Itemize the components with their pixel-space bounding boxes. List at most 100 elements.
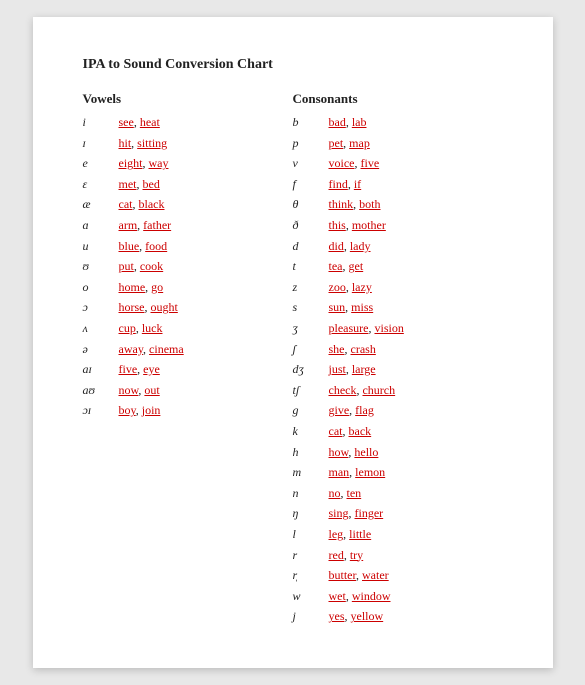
example-word[interactable]: tea xyxy=(329,259,343,273)
example-word[interactable]: home xyxy=(119,280,146,294)
example-word[interactable]: eye xyxy=(143,362,160,376)
example-words: met, bed xyxy=(119,175,160,194)
example-word[interactable]: eight xyxy=(119,156,143,170)
example-word[interactable]: no xyxy=(329,486,341,500)
example-word[interactable]: butter xyxy=(329,568,357,582)
example-words: cat, back xyxy=(329,422,372,441)
example-word[interactable]: give xyxy=(329,403,350,417)
example-word[interactable]: bad xyxy=(329,115,346,129)
example-word[interactable]: map xyxy=(349,136,370,150)
example-word[interactable]: see xyxy=(119,115,134,129)
ipa-symbol: k xyxy=(293,422,329,441)
example-word[interactable]: both xyxy=(359,197,380,211)
example-word[interactable]: sun xyxy=(329,300,346,314)
example-word[interactable]: if xyxy=(354,177,361,191)
ipa-symbol: ŋ xyxy=(293,504,329,523)
example-word[interactable]: five xyxy=(361,156,380,170)
table-row: vvoice, five xyxy=(293,154,503,173)
example-word[interactable]: how xyxy=(329,445,349,459)
example-words: cat, black xyxy=(119,195,165,214)
example-word[interactable]: water xyxy=(362,568,389,582)
example-word[interactable]: lemon xyxy=(355,465,385,479)
example-word[interactable]: she xyxy=(329,342,345,356)
example-words: she, crash xyxy=(329,340,376,359)
example-word[interactable]: yes xyxy=(329,609,345,623)
example-word[interactable]: lab xyxy=(352,115,367,129)
example-word[interactable]: finger xyxy=(355,506,384,520)
example-word[interactable]: way xyxy=(149,156,169,170)
example-word[interactable]: window xyxy=(352,589,391,603)
example-word[interactable]: crash xyxy=(351,342,376,356)
example-word[interactable]: heat xyxy=(140,115,160,129)
example-word[interactable]: leg xyxy=(329,527,344,541)
example-word[interactable]: luck xyxy=(142,321,163,335)
example-word[interactable]: five xyxy=(119,362,138,376)
example-word[interactable]: father xyxy=(143,218,171,232)
ipa-symbol: ɔɪ xyxy=(83,401,119,420)
example-word[interactable]: cat xyxy=(329,424,343,438)
example-words: put, cook xyxy=(119,257,164,276)
ipa-symbol: θ xyxy=(293,195,329,214)
example-word[interactable]: flag xyxy=(355,403,374,417)
example-word[interactable]: red xyxy=(329,548,344,562)
ipa-symbol: w xyxy=(293,587,329,606)
example-word[interactable]: bed xyxy=(143,177,160,191)
example-word[interactable]: boy xyxy=(119,403,136,417)
example-word[interactable]: arm xyxy=(119,218,138,232)
ipa-symbol: t xyxy=(293,257,329,276)
example-word[interactable]: mother xyxy=(352,218,386,232)
example-word[interactable]: hello xyxy=(354,445,378,459)
example-word[interactable]: horse xyxy=(119,300,145,314)
example-word[interactable]: think xyxy=(329,197,354,211)
example-word[interactable]: go xyxy=(151,280,163,294)
example-word[interactable]: did xyxy=(329,239,344,253)
vowels-section: Vowels isee, heatɪhit, sittingeeight, wa… xyxy=(83,91,293,628)
example-word[interactable]: pet xyxy=(329,136,344,150)
example-word[interactable]: church xyxy=(362,383,395,397)
ipa-symbol: ə xyxy=(83,340,119,359)
example-word[interactable]: cook xyxy=(140,259,163,273)
ipa-symbol: aɪ xyxy=(83,360,119,379)
example-word[interactable]: ten xyxy=(347,486,362,500)
example-word[interactable]: black xyxy=(139,197,165,211)
example-word[interactable]: just xyxy=(329,362,346,376)
example-word[interactable]: little xyxy=(349,527,371,541)
example-word[interactable]: away xyxy=(119,342,144,356)
example-word[interactable]: cup xyxy=(119,321,136,335)
example-word[interactable]: food xyxy=(145,239,167,253)
example-word[interactable]: zoo xyxy=(329,280,346,294)
example-word[interactable]: vision xyxy=(374,321,403,335)
example-word[interactable]: cinema xyxy=(149,342,184,356)
example-word[interactable]: lazy xyxy=(352,280,372,294)
table-row: æcat, black xyxy=(83,195,293,214)
example-word[interactable]: pleasure xyxy=(329,321,369,335)
example-word[interactable]: find xyxy=(329,177,348,191)
example-word[interactable]: sitting xyxy=(137,136,167,150)
example-word[interactable]: join xyxy=(142,403,161,417)
example-word[interactable]: lady xyxy=(350,239,371,253)
example-word[interactable]: large xyxy=(352,362,376,376)
example-word[interactable]: now xyxy=(119,383,139,397)
example-word[interactable]: cat xyxy=(119,197,133,211)
ipa-symbol: ɔ xyxy=(83,298,119,317)
example-word[interactable]: try xyxy=(350,548,363,562)
example-word[interactable]: miss xyxy=(351,300,373,314)
example-word[interactable]: man xyxy=(329,465,350,479)
example-word[interactable]: ought xyxy=(151,300,178,314)
consonants-section: Consonants bbad, labppet, mapvvoice, fiv… xyxy=(293,91,503,628)
example-word[interactable]: met xyxy=(119,177,137,191)
example-word[interactable]: get xyxy=(349,259,364,273)
example-word[interactable]: back xyxy=(349,424,372,438)
example-word[interactable]: sing xyxy=(329,506,349,520)
columns: Vowels isee, heatɪhit, sittingeeight, wa… xyxy=(83,91,503,628)
example-word[interactable]: hit xyxy=(119,136,132,150)
example-word[interactable]: voice xyxy=(329,156,355,170)
example-words: did, lady xyxy=(329,237,371,256)
example-word[interactable]: yellow xyxy=(351,609,384,623)
example-word[interactable]: this xyxy=(329,218,346,232)
example-word[interactable]: check xyxy=(329,383,357,397)
example-word[interactable]: blue xyxy=(119,239,140,253)
example-word[interactable]: wet xyxy=(329,589,346,603)
example-word[interactable]: out xyxy=(144,383,159,397)
example-word[interactable]: put xyxy=(119,259,134,273)
